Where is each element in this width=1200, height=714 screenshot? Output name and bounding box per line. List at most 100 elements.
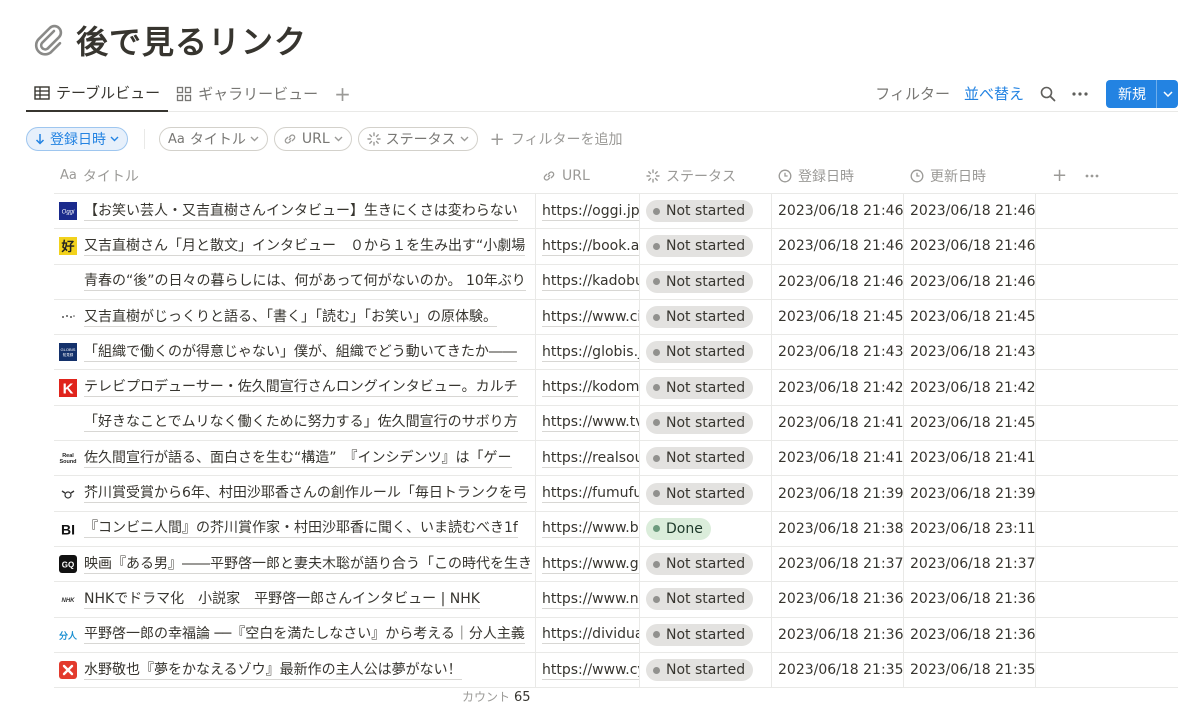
search-icon[interactable] <box>1040 86 1056 102</box>
created-cell[interactable]: 2023/06/18 21:46 <box>772 229 904 264</box>
table-row[interactable]: Oggi 【お笑い芸人・又吉直樹さんインタビュー】生きにくさは変わらない https… <box>54 194 1178 230</box>
status-cell[interactable]: Not started <box>640 335 772 370</box>
title-cell[interactable]: GLOBIS 知見録 「組織で働くのが得意じゃない」僕が、組織でどう動いてきたか―― <box>54 335 536 370</box>
status-cell[interactable]: Not started <box>640 441 772 476</box>
updated-cell[interactable]: 2023/06/18 21:46 <box>904 264 1036 299</box>
row-url-link[interactable]: https://kodomo <box>542 378 639 398</box>
status-cell[interactable]: Not started <box>640 652 772 688</box>
table-row[interactable]: 好又吉直樹さん「月と散文」インタビュー ０から１を生み出す“小劇場 https:/… <box>54 229 1178 265</box>
filter-chip-title[interactable]: Aa タイトル <box>159 127 268 151</box>
row-title[interactable]: NHKでドラマ化 小説家 平野啓一郎さんインタビュー | NHK <box>84 590 480 609</box>
chevron-down-icon[interactable] <box>1156 79 1178 108</box>
status-badge[interactable]: Not started <box>646 200 754 223</box>
url-cell[interactable]: https://www.cin <box>536 299 640 335</box>
url-cell[interactable]: https://fumufu <box>536 476 640 511</box>
table-row[interactable]: GLOBIS 知見録 「組織で働くのが得意じゃない」僕が、組織でどう動いてきたか――… <box>54 335 1178 371</box>
status-badge[interactable]: Not started <box>646 447 754 470</box>
updated-cell[interactable]: 2023/06/18 21:36 <box>904 617 1036 652</box>
row-title[interactable]: 芥川賞受賞から6年、村田沙耶香さんの創作ルール「毎日トランクを弓 <box>84 484 527 504</box>
url-cell[interactable]: https://oggi.jp/ <box>536 194 640 229</box>
created-cell[interactable]: 2023/06/18 21:42 <box>772 370 904 405</box>
add-filter-button[interactable]: + フィルターを追加 <box>490 129 623 150</box>
created-cell[interactable]: 2023/06/18 21:41 <box>772 441 904 476</box>
row-url-link[interactable]: https://kadobun <box>542 272 639 292</box>
url-cell[interactable]: https://globis.jp <box>536 335 640 370</box>
title-cell[interactable]: 好又吉直樹さん「月と散文」インタビュー ０から１を生み出す“小劇場 <box>54 229 536 264</box>
status-cell[interactable]: Not started <box>640 194 772 229</box>
url-cell[interactable]: https://realsou <box>536 441 640 476</box>
add-view-button[interactable]: + <box>334 82 351 106</box>
status-badge[interactable]: Not started <box>646 376 754 399</box>
url-cell[interactable]: https://www.nh <box>536 582 640 617</box>
table-row[interactable]: NHK NHKでドラマ化 小説家 平野啓一郎さんインタビュー | NHK https… <box>54 582 1178 618</box>
status-cell[interactable]: Not started <box>640 476 772 511</box>
title-cell[interactable]: GQ 映画『ある男』――平野啓一郎と妻夫木聡が語り合う「この時代を生き <box>54 546 536 582</box>
status-cell[interactable]: Not started <box>640 546 772 582</box>
title-cell[interactable]: Oggi 【お笑い芸人・又吉直樹さんインタビュー】生きにくさは変わらない <box>54 194 536 229</box>
created-cell[interactable]: 2023/06/18 21:36 <box>772 582 904 617</box>
add-column-button[interactable]: + <box>1052 165 1067 186</box>
status-badge[interactable]: Not started <box>646 659 754 681</box>
row-url-link[interactable]: https://www.bu <box>542 519 639 539</box>
status-cell[interactable]: Not started <box>640 264 772 299</box>
table-row[interactable]: Real Sound 佐久間宣行が語る、面白さを生む“構造” 『インシデンツ』は「ゲ… <box>54 441 1178 477</box>
updated-cell[interactable]: 2023/06/18 21:41 <box>904 441 1036 476</box>
created-cell[interactable]: 2023/06/18 21:45 <box>772 299 904 335</box>
table-row[interactable]: 又吉直樹がじっくりと語る、「書く」「読む」「お笑い」の原体験。 https://w… <box>54 299 1178 336</box>
column-header-title[interactable]: Aa タイトル <box>54 158 536 194</box>
row-url-link[interactable]: https://www.cin <box>542 308 639 327</box>
table-row[interactable]: K テレビプロデューサー・佐久間宣行さんロングインタビュー。カルチ https://… <box>54 370 1178 406</box>
status-badge[interactable]: Not started <box>646 306 754 329</box>
updated-cell[interactable]: 2023/06/18 23:11 <box>904 511 1036 546</box>
page-title[interactable]: 後で見るリンク <box>76 17 307 63</box>
title-cell[interactable]: 又吉直樹がじっくりと語る、「書く」「読む」「お笑い」の原体験。 <box>54 299 536 335</box>
updated-cell[interactable]: 2023/06/18 21:39 <box>904 476 1036 511</box>
row-title[interactable]: 「組織で働くのが得意じゃない」僕が、組織でどう動いてきたか―― <box>84 343 517 362</box>
status-badge[interactable]: Not started <box>646 482 754 505</box>
status-cell[interactable]: Not started <box>640 370 772 405</box>
table-row[interactable]: GQ 映画『ある男』――平野啓一郎と妻夫木聡が語り合う「この時代を生き https:… <box>54 546 1178 583</box>
updated-cell[interactable]: 2023/06/18 21:45 <box>904 405 1036 441</box>
title-cell[interactable]: 芥川賞受賞から6年、村田沙耶香さんの創作ルール「毎日トランクを弓 <box>54 476 536 511</box>
new-button[interactable]: 新規 <box>1106 79 1178 108</box>
updated-cell[interactable]: 2023/06/18 21:35 <box>904 652 1036 688</box>
column-header-url[interactable]: URL <box>536 158 640 194</box>
title-cell[interactable]: 水野敬也『夢をかなえるゾウ』最新作の主人公は夢がない！ <box>54 652 536 688</box>
updated-cell[interactable]: 2023/06/18 21:37 <box>904 546 1036 582</box>
sort-chip[interactable]: 登録日時 <box>26 127 128 151</box>
title-cell[interactable]: K テレビプロデューサー・佐久間宣行さんロングインタビュー。カルチ <box>54 370 536 405</box>
created-cell[interactable]: 2023/06/18 21:46 <box>772 194 904 229</box>
created-cell[interactable]: 2023/06/18 21:36 <box>772 617 904 652</box>
row-url-link[interactable]: https://oggi.jp/ <box>542 202 639 221</box>
url-cell[interactable]: https://kadobun <box>536 264 640 299</box>
updated-cell[interactable]: 2023/06/18 21:43 <box>904 335 1036 370</box>
more-icon[interactable] <box>1072 91 1088 96</box>
row-url-link[interactable]: https://www.tv <box>542 413 639 433</box>
status-badge[interactable]: Not started <box>646 553 754 576</box>
row-url-link[interactable]: https://www.gq <box>542 555 639 574</box>
updated-cell[interactable]: 2023/06/18 21:42 <box>904 370 1036 405</box>
tab-gallery-view[interactable]: ギャラリービュー <box>168 76 326 112</box>
url-cell[interactable]: https://www.tv <box>536 405 640 441</box>
url-cell[interactable]: https://dividua <box>536 617 640 652</box>
table-row[interactable]: 分人 平野啓一郎の幸福論 ──『空白を満たしなさい』から考える｜分人主義 https… <box>54 617 1178 653</box>
row-title[interactable]: 「好きなことでムリなく働くために努力する」佐久間宣行のサボり方 <box>84 413 518 433</box>
filter-button[interactable]: フィルター <box>875 83 950 104</box>
created-cell[interactable]: 2023/06/18 21:35 <box>772 652 904 688</box>
row-url-link[interactable]: https://fumufu <box>542 484 639 504</box>
updated-cell[interactable]: 2023/06/18 21:46 <box>904 229 1036 264</box>
filter-chip-url[interactable]: URL <box>273 127 352 151</box>
title-cell[interactable]: BI 『コンビニ人間』の芥川賞作家・村田沙耶香に聞く、いま読むべき1f <box>54 511 536 546</box>
updated-cell[interactable]: 2023/06/18 21:45 <box>904 299 1036 335</box>
table-row[interactable]: 「好きなことでムリなく働くために努力する」佐久間宣行のサボり方 https://w… <box>54 405 1178 442</box>
row-title[interactable]: 佐久間宣行が語る、面白さを生む“構造” 『インシデンツ』は「ゲー <box>84 449 512 468</box>
status-cell[interactable]: Not started <box>640 299 772 335</box>
table-row[interactable]: BI 『コンビニ人間』の芥川賞作家・村田沙耶香に聞く、いま読むべき1f https:… <box>54 511 1178 547</box>
status-cell[interactable]: Not started <box>640 582 772 617</box>
title-cell[interactable]: 分人 平野啓一郎の幸福論 ──『空白を満たしなさい』から考える｜分人主義 <box>54 617 536 652</box>
more-icon[interactable] <box>1085 174 1099 178</box>
updated-cell[interactable]: 2023/06/18 21:46 <box>904 194 1036 229</box>
created-cell[interactable]: 2023/06/18 21:39 <box>772 476 904 511</box>
updated-cell[interactable]: 2023/06/18 21:36 <box>904 582 1036 617</box>
created-cell[interactable]: 2023/06/18 21:37 <box>772 546 904 582</box>
